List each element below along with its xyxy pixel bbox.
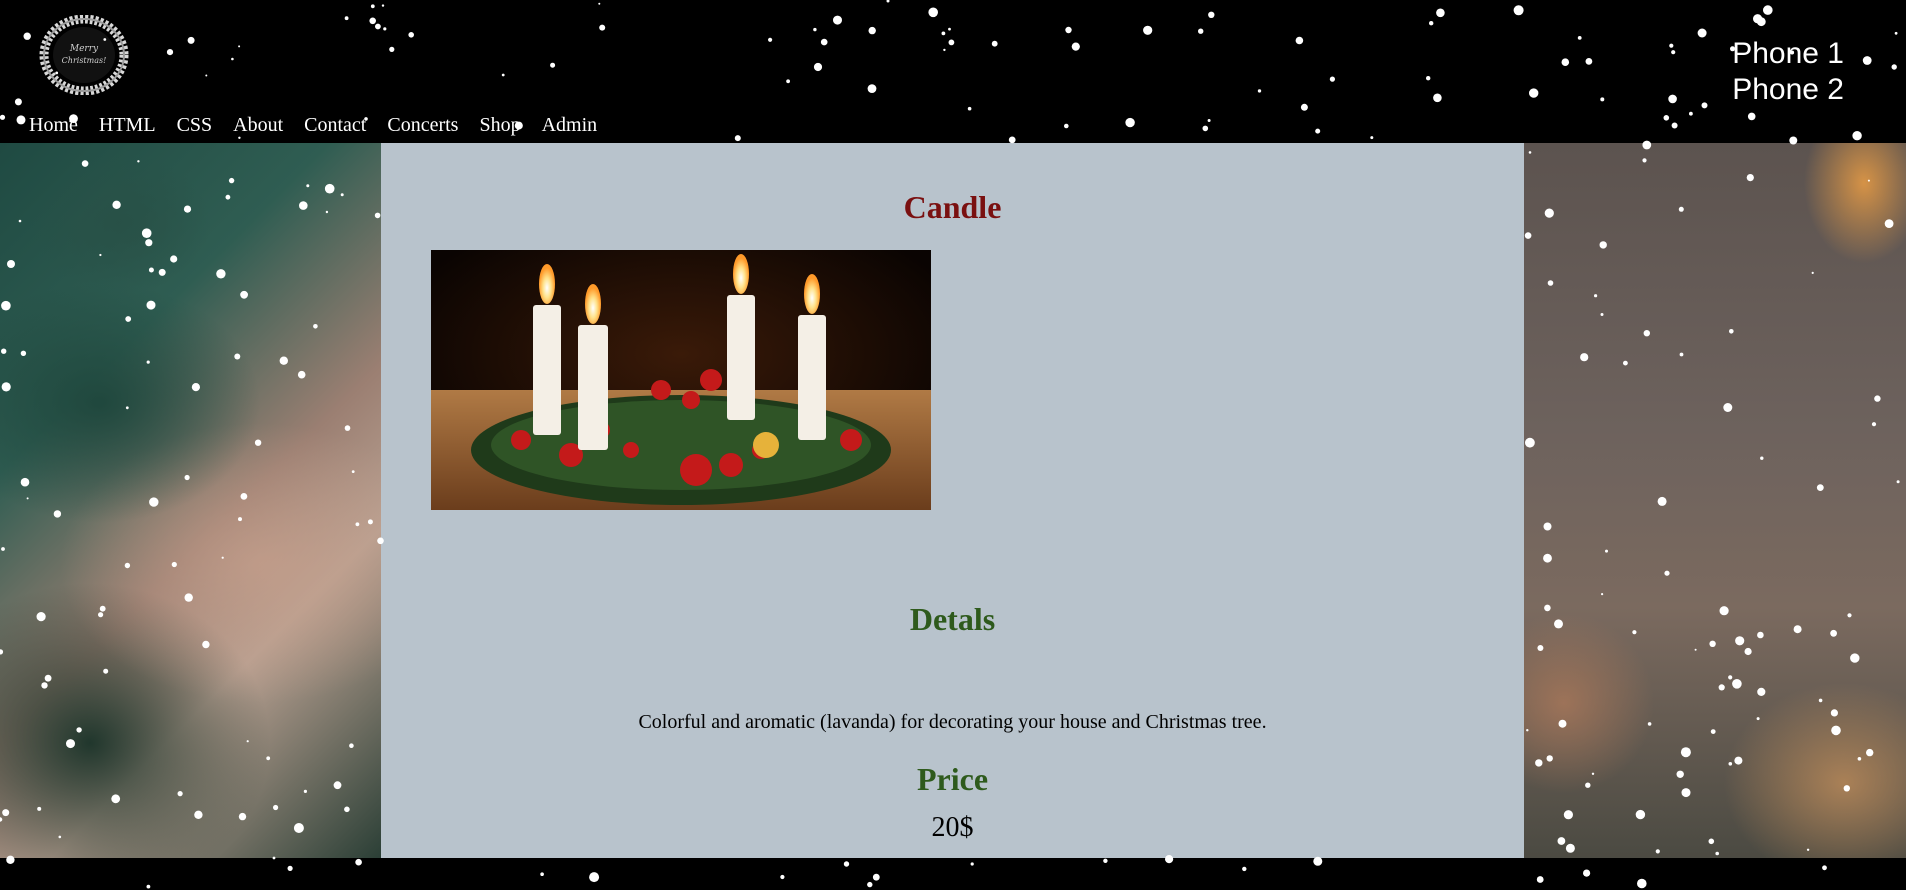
nav-css[interactable]: CSS	[177, 114, 213, 137]
svg-text:Christmas!: Christmas!	[62, 56, 107, 65]
phone-1[interactable]: Phone 1	[1732, 36, 1844, 72]
main-nav: Home HTML CSS About Contact Concerts Sho…	[29, 114, 618, 137]
svg-text:Merry: Merry	[69, 44, 99, 54]
nav-html[interactable]: HTML	[99, 114, 156, 137]
nav-concerts[interactable]: Concerts	[387, 114, 458, 137]
nav-about[interactable]: About	[233, 114, 283, 137]
details-heading: Detals	[909, 601, 996, 637]
right-background-panel	[1524, 143, 1906, 858]
nav-admin[interactable]: Admin	[542, 114, 598, 137]
advent-candles-image	[431, 250, 931, 510]
left-background-panel	[0, 143, 381, 858]
product-content: Candle Detals Colorful and aromatic (lav…	[381, 143, 1524, 858]
price-heading: Price	[916, 761, 989, 797]
wreath-logo-icon[interactable]: Merry Christmas!	[38, 15, 130, 95]
nav-shop[interactable]: Shop	[479, 114, 520, 137]
phone-2[interactable]: Phone 2	[1732, 72, 1844, 108]
price-value: 20$	[931, 812, 974, 843]
phone-numbers: Phone 1 Phone 2	[1732, 36, 1844, 108]
site-header: Merry Christmas! Phone 1 Phone 2 Home HT…	[0, 0, 1906, 143]
nav-contact[interactable]: Contact	[304, 114, 366, 137]
product-title: Candle	[903, 189, 1002, 225]
site-footer	[0, 858, 1906, 890]
details-description: Colorful and aromatic (lavanda) for deco…	[638, 711, 1267, 733]
nav-home[interactable]: Home	[29, 114, 78, 137]
